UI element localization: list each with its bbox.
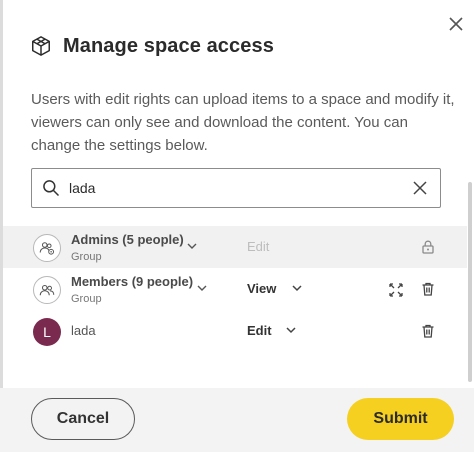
role-select-disabled: Edit <box>247 239 270 254</box>
member-name: Members (9 people) <box>71 274 194 289</box>
dialog-footer: Cancel Submit <box>0 388 474 452</box>
chevron-down-icon[interactable] <box>285 325 297 335</box>
member-name: lada <box>71 323 96 338</box>
lock-icon <box>422 240 434 254</box>
cancel-button[interactable]: Cancel <box>31 398 135 440</box>
close-button[interactable] <box>444 12 468 36</box>
close-icon <box>449 17 463 31</box>
expand-icon[interactable] <box>388 282 404 298</box>
list-item: L lada Edit <box>3 310 467 352</box>
member-type: Group <box>71 293 102 305</box>
clear-icon[interactable] <box>412 180 428 196</box>
chevron-down-icon[interactable] <box>196 283 208 293</box>
search-input[interactable] <box>69 180 389 196</box>
member-type: Group <box>71 251 102 263</box>
search-box[interactable] <box>31 168 441 208</box>
dialog-title: Manage space access <box>63 34 274 57</box>
group-icon <box>33 276 61 304</box>
list-item: Admins (5 people) Group Edit <box>3 226 467 268</box>
manage-space-access-dialog: Manage space access Users with edit righ… <box>0 0 474 452</box>
trash-icon[interactable] <box>420 323 436 339</box>
cube-icon <box>32 36 50 56</box>
chevron-down-icon[interactable] <box>291 283 303 293</box>
role-select[interactable]: Edit <box>247 323 272 338</box>
dialog-description: Users with edit rights can upload items … <box>31 91 455 154</box>
avatar: L <box>33 318 61 346</box>
list-item: Members (9 people) Group View <box>3 268 467 310</box>
dialog-header: Manage space access <box>30 32 274 60</box>
member-list: Admins (5 people) Group Edit Members (9 … <box>3 226 467 386</box>
submit-button[interactable]: Submit <box>347 398 454 440</box>
member-name: Admins (5 people) <box>71 232 184 247</box>
group-admin-icon <box>33 234 61 262</box>
role-select[interactable]: View <box>247 281 276 296</box>
chevron-down-icon[interactable] <box>186 241 198 251</box>
trash-icon[interactable] <box>420 281 436 297</box>
search-icon <box>43 180 60 197</box>
scrollbar[interactable] <box>468 182 472 382</box>
